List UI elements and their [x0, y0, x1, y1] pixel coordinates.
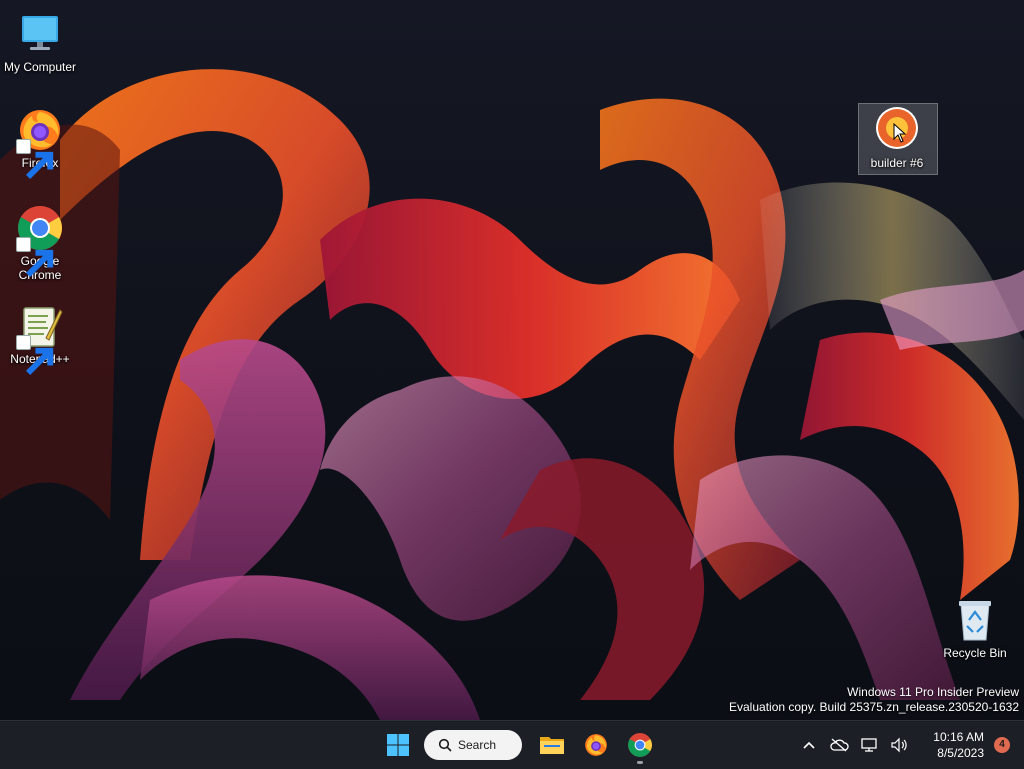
- volume-tray-button[interactable]: [884, 725, 914, 765]
- network-tray-button[interactable]: [854, 725, 884, 765]
- taskbar-search-box[interactable]: Search: [424, 730, 522, 760]
- windows-watermark: Windows 11 Pro Insider Preview Evaluatio…: [729, 685, 1019, 715]
- desktop-icon-label: Recycle Bin: [943, 646, 1007, 660]
- windows-start-icon: [387, 734, 409, 756]
- desktop-icon-label: My Computer: [3, 60, 77, 74]
- desktop-icon-recycle-bin[interactable]: Recycle Bin: [935, 596, 1015, 660]
- chrome-icon: [628, 733, 652, 757]
- system-tray: 10:16 AM 8/5/2023 4: [794, 721, 1024, 769]
- mouse-cursor-icon: [893, 123, 907, 143]
- chevron-up-icon: [803, 741, 815, 749]
- network-icon: [861, 738, 877, 752]
- cloud-offline-icon: [830, 738, 849, 752]
- taskbar-clock[interactable]: 10:16 AM 8/5/2023: [914, 725, 984, 765]
- notification-badge[interactable]: 4: [994, 737, 1010, 753]
- file-explorer-icon: [540, 737, 564, 754]
- watermark-build: Evaluation copy. Build 25375.zn_release.…: [729, 700, 1019, 714]
- search-icon: [438, 738, 452, 752]
- desktop-icon-firefox[interactable]: Firefox: [0, 106, 80, 180]
- firefox-icon: [585, 734, 607, 756]
- show-hidden-icons-button[interactable]: [794, 725, 824, 765]
- notepadpp-icon: [16, 302, 64, 376]
- taskbar-google-chrome[interactable]: [620, 725, 660, 765]
- volume-icon: [891, 737, 907, 753]
- taskbar-firefox[interactable]: [576, 725, 616, 765]
- desktop-icon-notepadpp[interactable]: Notepad++: [0, 302, 80, 376]
- desktop-icon-my-computer[interactable]: My Computer: [0, 10, 80, 74]
- watermark-edition: Windows 11 Pro Insider Preview: [847, 685, 1019, 699]
- recycle-bin-icon: [951, 596, 999, 644]
- shortcut-arrow-icon: [16, 335, 54, 376]
- desktop-icon-label: builder #6: [870, 156, 924, 170]
- clock-date: 8/5/2023: [937, 746, 984, 760]
- taskbar-file-explorer[interactable]: [532, 725, 572, 765]
- chrome-icon: [16, 204, 64, 278]
- firefox-icon: [16, 106, 64, 180]
- taskbar: Search 10:16 AM 8/5/2023 4: [0, 720, 1024, 769]
- desktop-icon-google-chrome[interactable]: Google Chrome: [0, 204, 80, 282]
- shortcut-arrow-icon: [16, 139, 54, 180]
- search-label: Search: [458, 738, 497, 752]
- taskbar-center: Search: [378, 725, 664, 765]
- start-button[interactable]: [378, 725, 418, 765]
- desktop[interactable]: My Computer Firefox Google Chrome Notepa…: [0, 0, 1024, 720]
- running-indicator: [637, 761, 643, 764]
- computer-icon: [16, 10, 64, 58]
- clock-time: 10:16 AM: [933, 730, 984, 744]
- onedrive-tray-button[interactable]: [824, 725, 854, 765]
- shortcut-arrow-icon: [16, 237, 54, 278]
